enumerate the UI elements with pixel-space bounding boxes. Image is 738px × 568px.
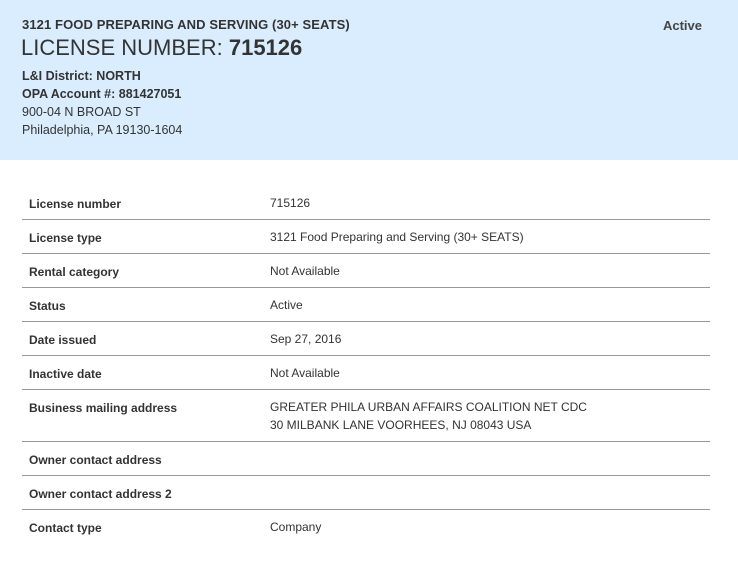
row-label: Business mailing address: [29, 401, 178, 415]
mailing-address-line-2: 30 MILBANK LANE VOORHEES, NJ 08043 USA: [270, 418, 532, 432]
status-badge: Active: [662, 18, 702, 33]
row-value: GREATER PHILA URBAN AFFAIRS COALITION NE…: [270, 398, 587, 434]
row-label: License number: [29, 197, 122, 211]
row-value: Not Available: [270, 264, 340, 278]
row-value: Not Available: [270, 366, 340, 380]
row-value: Company: [270, 520, 322, 534]
license-header: 3121 FOOD PREPARING AND SERVING (30+ SEA…: [0, 0, 738, 160]
table-row: License type 3121 Food Preparing and Ser…: [22, 220, 710, 254]
row-label: Owner contact address 2: [29, 487, 172, 501]
license-title-prefix: LICENSE NUMBER:: [21, 35, 223, 60]
page-title: LICENSE NUMBER: 715126: [21, 35, 302, 61]
table-row: Rental category Not Available: [22, 254, 710, 288]
opa-account-label: OPA Account #: 881427051: [22, 87, 182, 101]
table-row: License number 715126: [22, 186, 710, 220]
table-row: Contact type Company: [22, 510, 710, 544]
row-label: License type: [29, 231, 102, 245]
table-row: Status Active: [22, 288, 710, 322]
address-line-2: Philadelphia, PA 19130-1604: [22, 123, 183, 137]
table-row: Owner contact address: [22, 442, 710, 476]
license-title-number: 715126: [228, 35, 303, 60]
row-label: Status: [29, 299, 66, 313]
row-value: 3121 Food Preparing and Serving (30+ SEA…: [270, 230, 524, 244]
mailing-address-line-1: GREATER PHILA URBAN AFFAIRS COALITION NE…: [270, 400, 587, 414]
license-details-table: License number 715126 License type 3121 …: [22, 186, 710, 544]
district-label: L&I District: NORTH: [22, 69, 141, 83]
row-label: Contact type: [29, 521, 102, 535]
row-value: Sep 27, 2016: [270, 332, 342, 346]
row-label: Inactive date: [29, 367, 102, 381]
address-line-1: 900-04 N BROAD ST: [22, 105, 141, 119]
row-value: Active: [270, 298, 303, 312]
row-value: 715126: [270, 196, 311, 210]
row-label: Owner contact address: [29, 453, 162, 467]
table-row: Owner contact address 2: [22, 476, 710, 510]
row-label: Rental category: [29, 265, 120, 279]
row-label: Date issued: [29, 333, 97, 347]
license-description: 3121 FOOD PREPARING AND SERVING (30+ SEA…: [22, 17, 350, 32]
table-row: Business mailing address GREATER PHILA U…: [22, 390, 710, 442]
table-row: Date issued Sep 27, 2016: [22, 322, 710, 356]
table-row: Inactive date Not Available: [22, 356, 710, 390]
